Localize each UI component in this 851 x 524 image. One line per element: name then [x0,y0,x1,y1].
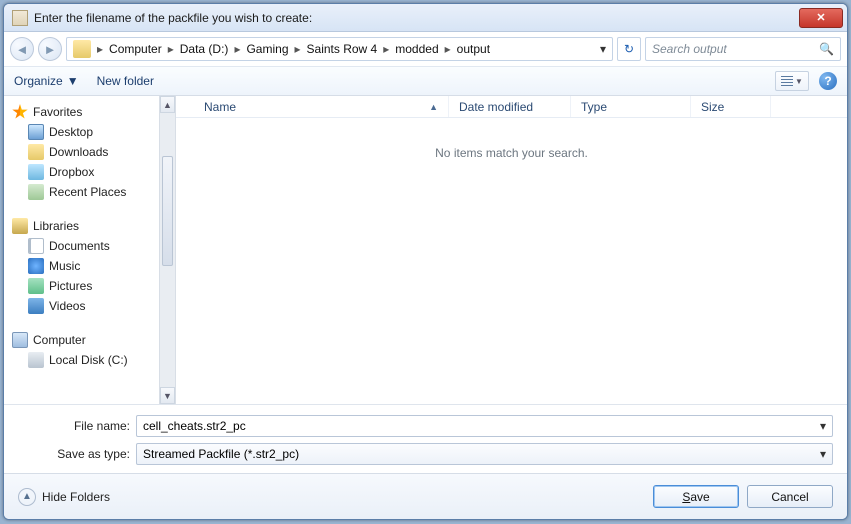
col-name[interactable]: Name▲ [194,96,449,117]
document-icon [28,238,44,254]
filename-label: File name: [18,419,130,433]
save-button[interactable]: Save [653,485,739,508]
hide-folders-button[interactable]: ▲ Hide Folders [18,488,110,506]
chevron-down-icon[interactable]: ▾ [820,419,826,433]
tree-computer[interactable]: Computer [12,330,159,350]
forward-button[interactable]: ► [38,37,62,61]
libraries-icon [12,218,28,234]
savetype-label: Save as type: [18,447,130,461]
tree-item-videos[interactable]: Videos [12,296,159,316]
help-button[interactable]: ? [819,72,837,90]
search-input[interactable]: Search output 🔍 [645,37,841,61]
scroll-down-button[interactable]: ▼ [160,387,175,404]
breadcrumb-seg[interactable]: Data (D:) [176,42,233,56]
tree-item-downloads[interactable]: Downloads [12,142,159,162]
col-type[interactable]: Type [571,96,691,117]
breadcrumb-seg[interactable]: output [453,42,494,56]
chevron-down-icon: ▼ [67,74,79,88]
chevron-right-icon[interactable]: ▸ [95,42,105,56]
new-folder-button[interactable]: New folder [97,74,154,88]
chevron-right-icon[interactable]: ▸ [293,42,303,56]
breadcrumb-dropdown[interactable]: ▾ [596,42,610,56]
breadcrumb-seg[interactable]: modded [391,42,442,56]
tree-item-local-disk[interactable]: Local Disk (C:) [12,350,159,370]
search-placeholder: Search output [652,42,727,56]
tree-favorites[interactable]: Favorites [12,102,159,122]
back-button[interactable]: ◄ [10,37,34,61]
music-icon [28,258,44,274]
chevron-right-icon[interactable]: ▸ [381,42,391,56]
title-bar[interactable]: Enter the filename of the packfile you w… [4,4,847,32]
chevron-right-icon[interactable]: ▸ [232,42,242,56]
toolbar: Organize▼ New folder ▼ ? [4,66,847,96]
savetype-select[interactable]: Streamed Packfile (*.str2_pc)▾ [136,443,833,465]
recent-icon [28,184,44,200]
refresh-button[interactable]: ↻ [617,37,641,61]
folder-icon [73,40,91,58]
window-title: Enter the filename of the packfile you w… [34,11,799,25]
save-panel: File name: cell_cheats.str2_pc▾ Save as … [4,404,847,471]
computer-icon [12,332,28,348]
tree-item-music[interactable]: Music [12,256,159,276]
search-icon[interactable]: 🔍 [819,42,834,56]
col-date[interactable]: Date modified [449,96,571,117]
sort-asc-icon: ▲ [429,102,438,112]
videos-icon [28,298,44,314]
file-list: Name▲ Date modified Type Size No items m… [176,96,847,404]
close-button[interactable]: ✕ [799,8,843,28]
chevron-down-icon[interactable]: ▾ [820,447,826,461]
breadcrumb[interactable]: ▸ Computer▸ Data (D:)▸ Gaming▸ Saints Ro… [66,37,613,61]
empty-message: No items match your search. [176,118,847,404]
desktop-icon [28,124,44,140]
tree-scrollbar[interactable]: ▲ ▼ [159,96,176,404]
dropbox-icon [28,164,44,180]
breadcrumb-seg[interactable]: Gaming [242,42,292,56]
tree-item-desktop[interactable]: Desktop [12,122,159,142]
chevron-right-icon[interactable]: ▸ [443,42,453,56]
chevron-right-icon[interactable]: ▸ [166,42,176,56]
downloads-icon [28,144,44,160]
chevron-up-icon: ▲ [18,488,36,506]
tree-libraries[interactable]: Libraries [12,216,159,236]
nav-tree: Favorites Desktop Downloads Dropbox Rece… [4,96,159,404]
column-headers: Name▲ Date modified Type Size [176,96,847,118]
scroll-up-button[interactable]: ▲ [160,96,175,113]
star-icon [12,104,28,120]
footer: ▲ Hide Folders Save Cancel [4,473,847,519]
tree-item-dropbox[interactable]: Dropbox [12,162,159,182]
col-size[interactable]: Size [691,96,771,117]
list-icon [781,76,793,86]
app-icon [12,10,28,26]
organize-menu[interactable]: Organize▼ [14,74,79,88]
breadcrumb-seg[interactable]: Saints Row 4 [303,42,382,56]
filename-input[interactable]: cell_cheats.str2_pc▾ [136,415,833,437]
tree-item-recent[interactable]: Recent Places [12,182,159,202]
tree-item-pictures[interactable]: Pictures [12,276,159,296]
chevron-down-icon: ▼ [795,77,803,86]
scroll-thumb[interactable] [162,156,173,266]
nav-bar: ◄ ► ▸ Computer▸ Data (D:)▸ Gaming▸ Saint… [4,32,847,66]
cancel-button[interactable]: Cancel [747,485,833,508]
pictures-icon [28,278,44,294]
breadcrumb-seg[interactable]: Computer [105,42,166,56]
tree-item-documents[interactable]: Documents [12,236,159,256]
disk-icon [28,352,44,368]
view-options-button[interactable]: ▼ [775,71,809,91]
